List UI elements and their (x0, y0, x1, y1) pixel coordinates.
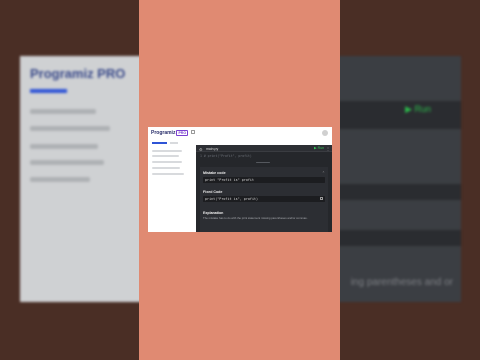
editor-toolbar: ⚙ main.py ▶ Run ⋮ (196, 145, 332, 152)
background-run-label: ▶ Run (405, 104, 431, 114)
sidebar-item[interactable] (152, 167, 180, 169)
sidebar-item[interactable] (152, 150, 182, 152)
background-nav-bar (30, 144, 98, 149)
panel-resize-handle[interactable] (256, 162, 270, 163)
sidebar-item[interactable] (152, 161, 182, 163)
background-nav-bar (30, 109, 96, 114)
background-nav-bar (30, 177, 90, 182)
background-nav-bar (30, 126, 110, 131)
code-editor: ⚙ main.py ▶ Run ⋮ 1 # print("Profit", pr… (196, 145, 332, 232)
logo-pro-badge: PRO (176, 130, 189, 136)
background-code-block (330, 230, 461, 246)
video-frame: Programiz PRO ▶ Run ing parentheses and … (0, 0, 480, 360)
collapse-sidebar-icon[interactable] (191, 130, 195, 134)
explanation-text: The mistake has to do with the print sta… (203, 216, 308, 220)
more-options-icon[interactable]: ⋮ (326, 146, 330, 151)
background-editor-header (320, 101, 461, 129)
code-line[interactable]: 1 # print("Profit", profit) (200, 154, 252, 158)
background-tab-indicator (30, 89, 67, 93)
copy-icon[interactable] (320, 197, 323, 201)
user-avatar[interactable] (322, 130, 328, 136)
app-screenshot-card: Programiz PRO ⚙ main.py ▶ Run ⋮ 1 # print… (148, 127, 332, 232)
run-button[interactable]: ▶ Run (314, 146, 324, 150)
fixed-code-block: print("Profit is", profit) (203, 196, 325, 202)
background-code-block (330, 184, 461, 200)
background-nav-bar (30, 160, 104, 165)
sidebar-item[interactable] (152, 173, 184, 175)
sidebar: Programiz PRO (148, 127, 196, 232)
fixed-code-heading: Fixed Code (203, 190, 223, 194)
logo[interactable]: Programiz PRO (151, 130, 189, 136)
background-logo: Programiz PRO (30, 66, 126, 81)
logo-text: Programiz (151, 130, 176, 136)
mistake-code-block: print "Profit is" profit (203, 177, 325, 183)
mistake-heading: Mistake code (203, 171, 226, 175)
file-tab[interactable]: main.py (206, 147, 218, 151)
ai-fix-panel: Mistake code ⌃ print "Profit is" profit … (200, 167, 328, 232)
background-editor (320, 56, 461, 302)
chevron-up-icon[interactable]: ⌃ (322, 171, 325, 175)
settings-icon[interactable]: ⚙ (199, 147, 203, 152)
background-partial-text: ing parentheses and or (350, 277, 453, 288)
explanation-heading: Explanation (203, 211, 224, 215)
mistake-code-text: print "Profit is" profit (205, 178, 254, 183)
tab-inactive[interactable] (170, 142, 178, 144)
fixed-code-text: print("Profit is", profit) (205, 197, 259, 202)
sidebar-item[interactable] (152, 155, 179, 157)
tab-active-indicator[interactable] (152, 142, 167, 144)
